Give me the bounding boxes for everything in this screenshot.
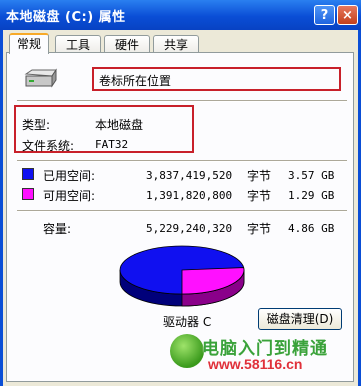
used-space-unit: 字节 [247,169,272,183]
capacity-bytes: 5,229,240,320 [146,222,233,235]
volume-label-highlight: 卷标所在位置 [92,67,341,91]
used-space-label: 已用空间: [43,169,96,183]
disk-cleanup-button[interactable]: 磁盘清理(D) [258,308,342,330]
filesystem-value: FAT32 [95,138,129,151]
used-space-size: 3.57 GB [288,169,335,182]
help-button[interactable]: ? [314,5,335,25]
free-space-label: 可用空间: [43,189,96,203]
free-space-swatch [22,188,34,200]
disk-usage-pie [119,245,245,307]
divider [17,210,347,212]
capacity-unit: 字节 [247,222,272,236]
site-logo-icon [170,334,204,368]
drive-label: 驱动器 C [163,315,212,329]
window-title: 本地磁盘 (C:) 属性 [6,10,126,25]
watermark-url: www.58116.cn [208,356,303,372]
capacity-label: 容量: [43,222,72,236]
tab-general[interactable]: 常规 [9,33,49,54]
filesystem-label: 文件系统: [22,139,75,153]
volume-label-input[interactable]: 卷标所在位置 [99,72,171,89]
free-space-unit: 字节 [247,189,272,203]
used-space-swatch [22,168,34,180]
used-space-bytes: 3,837,419,520 [146,169,233,182]
capacity-size: 4.86 GB [288,222,335,235]
title-bar: 本地磁盘 (C:) 属性 ? × [0,0,361,30]
divider [17,160,347,162]
divider [17,100,347,102]
type-label: 类型: [22,118,51,132]
hard-drive-icon [24,68,57,88]
type-value: 本地磁盘 [95,118,144,132]
free-space-bytes: 1,391,820,800 [146,189,233,202]
free-space-size: 1.29 GB [288,189,335,202]
close-button[interactable]: × [337,5,358,25]
